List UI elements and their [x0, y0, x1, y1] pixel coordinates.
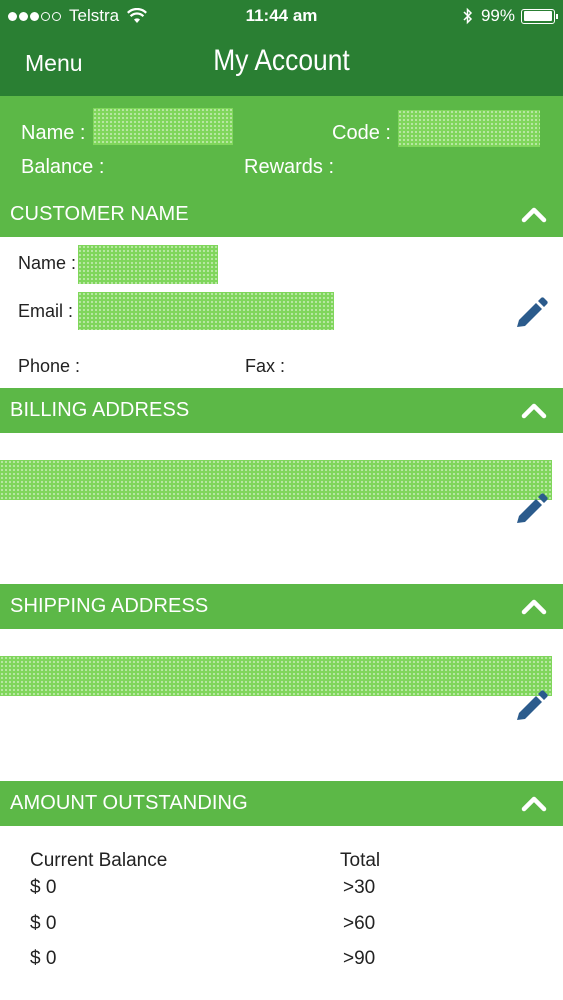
account-summary: Name : Code : Balance : Rewards : [0, 96, 563, 194]
redacted-shipping-address [0, 656, 552, 696]
redacted-customer-email [78, 292, 334, 330]
current-balance-label: Current Balance [30, 850, 168, 871]
chevron-up-icon[interactable] [521, 793, 547, 813]
section-title: BILLING ADDRESS [10, 399, 190, 421]
balance-value: $ 0 [30, 913, 57, 934]
edit-shipping-pencil-icon[interactable] [514, 688, 548, 722]
page-title: My Account [213, 44, 350, 77]
chevron-up-icon[interactable] [521, 596, 547, 616]
summary-name-label: Name : [21, 122, 86, 144]
total-label: Total [340, 850, 381, 871]
customer-name-header[interactable]: CUSTOMER NAME [0, 192, 563, 237]
section-title: CUSTOMER NAME [10, 203, 189, 225]
battery-group: 99% [463, 6, 558, 26]
summary-rewards-label: Rewards : [244, 156, 335, 178]
customer-phone-label: Phone : [18, 356, 81, 376]
balance-value: $ 0 [30, 877, 57, 898]
edit-billing-pencil-icon[interactable] [514, 491, 548, 525]
customer-email-label: Email : [18, 301, 74, 321]
total-value: >90 [343, 948, 376, 969]
bluetooth-icon [463, 7, 473, 25]
total-value: >30 [343, 877, 376, 898]
billing-address-header[interactable]: BILLING ADDRESS [0, 388, 563, 433]
section-title: AMOUNT OUTSTANDING [10, 792, 248, 814]
status-bar: Telstra 11:44 am 99% [0, 0, 563, 32]
summary-balance-label: Balance : [21, 156, 105, 178]
balance-value: $ 0 [30, 948, 57, 969]
redacted-billing-address [0, 460, 552, 500]
chevron-up-icon[interactable] [521, 400, 547, 420]
redacted-code [398, 110, 540, 147]
battery-percent: 99% [480, 6, 515, 25]
redacted-customer-name [78, 245, 218, 284]
customer-fax-label: Fax : [245, 356, 286, 376]
battery-icon [521, 8, 558, 24]
amount-outstanding-header[interactable]: AMOUNT OUTSTANDING [0, 781, 563, 826]
shipping-address-header[interactable]: SHIPPING ADDRESS [0, 584, 563, 629]
navigation-bar: Menu My Account [0, 32, 563, 96]
edit-customer-pencil-icon[interactable] [514, 295, 548, 329]
chevron-up-icon[interactable] [521, 204, 547, 224]
customer-name-label: Name : [18, 253, 77, 273]
summary-code-label: Code : [332, 122, 391, 144]
section-title: SHIPPING ADDRESS [10, 595, 209, 617]
total-value: >60 [343, 913, 376, 934]
redacted-name [93, 108, 233, 145]
